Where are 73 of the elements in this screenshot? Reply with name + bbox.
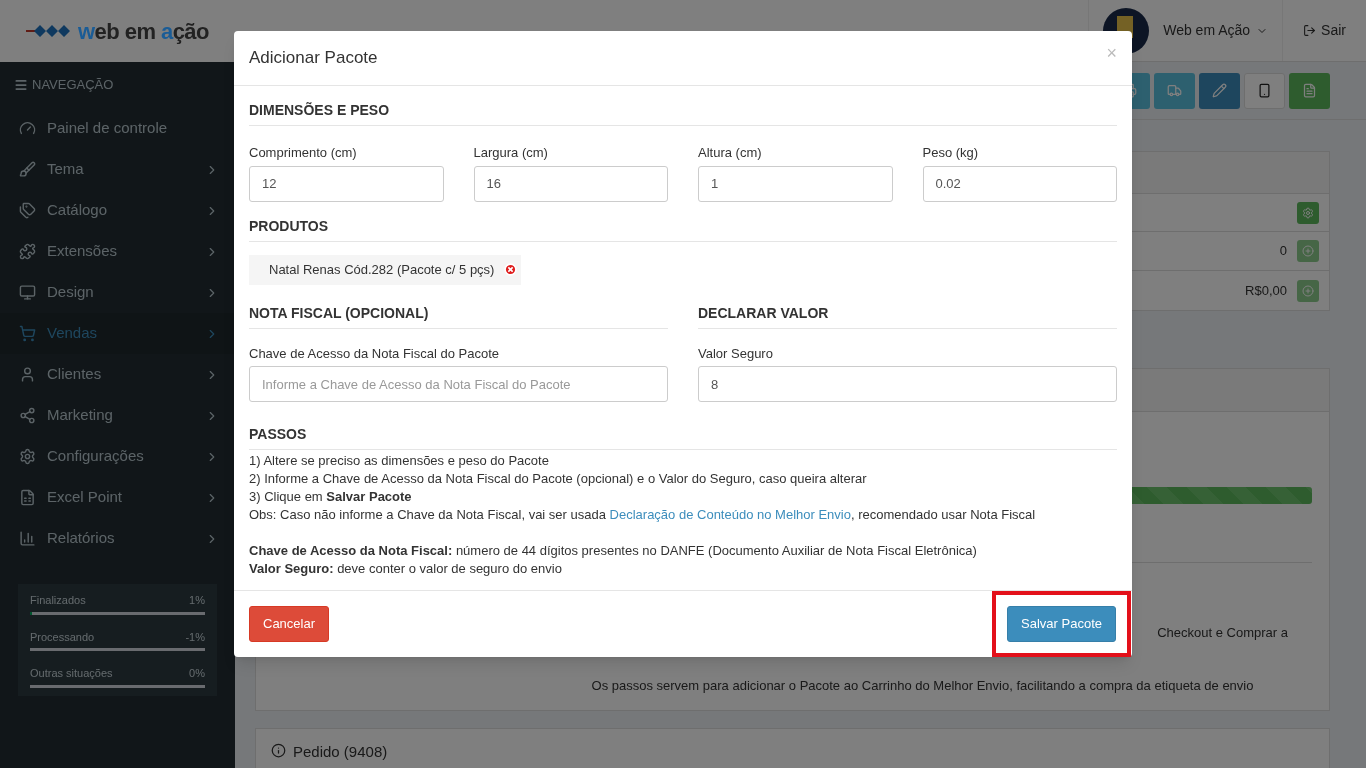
gauge-icon (19, 120, 36, 137)
section-heading: PASSOS (249, 426, 307, 442)
row-value: 0 (1279, 242, 1287, 261)
input-field[interactable]: 1 (698, 165, 893, 202)
field-label: Peso (kg) (922, 144, 980, 162)
stat-value: 1% (189, 593, 205, 608)
stat-value: -1% (185, 629, 205, 645)
add-button[interactable] (1297, 240, 1319, 262)
brush-icon (19, 161, 36, 178)
field-label: Largura (cm) (473, 144, 549, 162)
input-field[interactable]: Informe a Chave de Acesso da Nota Fiscal do Pacote (249, 366, 668, 402)
section-heading: PRODUTOS (249, 217, 329, 234)
logo[interactable]: web em ação (26, 14, 209, 48)
section-heading: DIMENSÕES E PESO (249, 102, 390, 118)
pencil-icon (1212, 83, 1227, 98)
bar-chart-icon (19, 530, 36, 547)
field-label: Valor Seguro (698, 344, 774, 363)
phone-icon (1257, 83, 1272, 98)
toolbar-button[interactable] (1289, 72, 1330, 109)
plus-icon (1302, 245, 1314, 257)
cancel-button[interactable]: Cancelar (249, 606, 330, 642)
save-button[interactable]: Salvar Pacote (1007, 606, 1116, 642)
puzzle-icon (19, 243, 36, 260)
definition-text: Chave de Acesso da Nota Fiscal: número de 44 dígitos presentes no DANFE (Documento Auxiliar de Nota Fiscal Eletrônica) (249, 542, 978, 560)
definition-text: Valor Seguro: deve conter o valor de seguro do envio (249, 560, 563, 578)
product-tag: Natal Renas Cód.282 (Pacote c/ 5 pçs) (249, 254, 522, 285)
modal-title: Adicionar Pacote (249, 47, 378, 70)
input-field[interactable]: 0.02 (922, 165, 1117, 202)
settings-icon (19, 448, 36, 465)
stat-label: Finalizados (30, 593, 86, 608)
document-icon (1302, 83, 1317, 98)
stat-value: 0% (189, 666, 205, 681)
menu-icon[interactable] (14, 78, 28, 92)
field-label: Comprimento (cm) (249, 144, 358, 162)
monitor-icon (19, 284, 36, 301)
settings-icon (1302, 206, 1314, 219)
obs-text: Obs: Caso não informe a Chave da Nota Fiscal, vai ser usada Declaração de Conteúdo no Melhor Envio, recomendado usar Nota Fiscal (249, 506, 1037, 524)
logout-link[interactable]: Sair (1282, 0, 1366, 61)
step-text: 2) Informe a Chave de Acesso da Nota Fiscal do Pacote (opcional) e o Valor do Seguro, caso queira alterar (249, 470, 868, 488)
plus-icon (1302, 284, 1314, 297)
input-field[interactable]: 12 (249, 165, 444, 202)
section-heading: NOTA FISCAL (OPCIONAL) (249, 304, 429, 321)
user-icon (19, 366, 36, 383)
instruction-text: Checkout e Comprar a (1157, 624, 1288, 642)
toolbar-button[interactable] (1154, 72, 1195, 109)
user-name[interactable]: Web em Ação (1163, 20, 1269, 41)
section-heading: DECLARAR VALOR (698, 304, 829, 321)
row-value: R$0,00 (1245, 281, 1287, 300)
field-label: Chave de Acesso da Nota Fiscal do Pacote (249, 344, 501, 363)
cart-icon (19, 325, 36, 342)
step-text: 1) Altere se preciso as dimensões e peso do Pacote (249, 452, 550, 470)
toolbar-button[interactable] (1199, 72, 1240, 109)
field-label: Altura (cm) (698, 144, 763, 162)
remove-icon[interactable] (504, 263, 518, 276)
panel-title: Pedido (9408) (293, 742, 388, 762)
spreadsheet-icon (19, 489, 36, 506)
truck-icon (1167, 83, 1182, 98)
navigation-heading: NAVEGAÇÃO (32, 76, 114, 95)
input-field[interactable]: 16 (473, 165, 668, 202)
share-icon (19, 407, 36, 424)
tags-icon (19, 202, 36, 219)
stat-label: Processando (30, 629, 95, 645)
toolbar-button[interactable] (1244, 72, 1285, 109)
close-button[interactable]: × (1106, 39, 1117, 67)
input-field[interactable]: 8 (698, 366, 1117, 402)
add-button[interactable] (1297, 279, 1319, 302)
logout-icon (1303, 24, 1317, 37)
info-icon (271, 743, 286, 758)
instruction-note: Os passos servem para adicionar o Pacote ao Carrinho do Melhor Envio, facilitando a compra da etiqueta de envio (591, 676, 1254, 695)
settings-button[interactable] (1297, 201, 1319, 224)
stat-label: Outras situações (30, 666, 113, 681)
link[interactable]: Declaração de Conteúdo no Melhor Envio (609, 507, 851, 522)
step-text: 3) Clique em Salvar Pacote (249, 488, 413, 506)
